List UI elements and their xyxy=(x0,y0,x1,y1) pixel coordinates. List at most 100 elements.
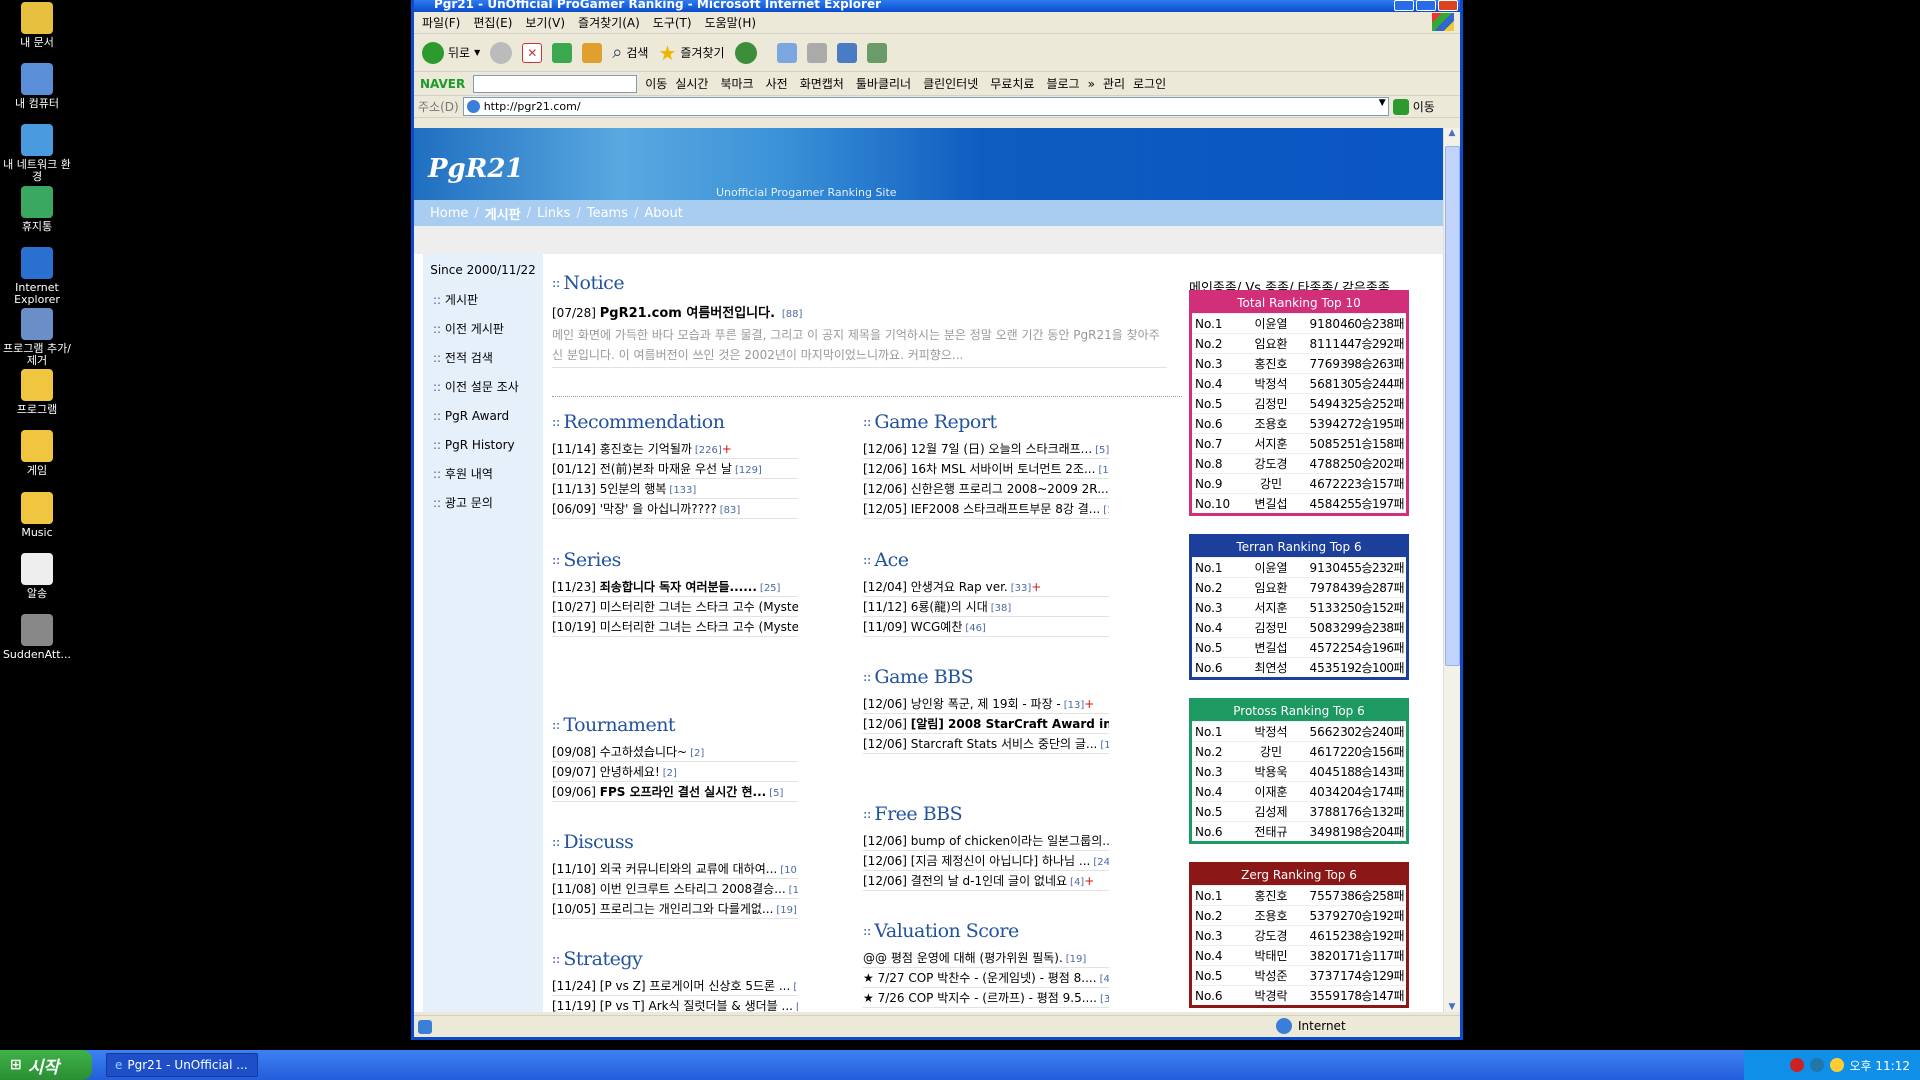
post-row[interactable]: [12/06] 16차 MSL 서바이버 토너먼트 2조...[10]+ xyxy=(863,459,1109,479)
naver-login-button[interactable]: 로그인 xyxy=(1133,75,1166,92)
naver-more-button[interactable]: » xyxy=(1088,77,1095,91)
mail-button[interactable] xyxy=(776,42,797,63)
desktop-icon[interactable]: Music xyxy=(2,491,72,539)
history-button[interactable] xyxy=(734,41,757,64)
menu-item[interactable]: 즐겨찾기(A) xyxy=(578,14,640,31)
player-name[interactable]: 조용호 xyxy=(1246,414,1296,433)
post-title[interactable]: [11/09] WCG예찬 xyxy=(863,620,962,634)
vertical-scrollbar[interactable]: ▲ ▼ xyxy=(1443,128,1460,1012)
section-title[interactable]: Game Report xyxy=(863,411,1109,433)
post-title[interactable]: [12/06] Starcraft Stats 서비스 중단의 글... xyxy=(863,737,1097,751)
address-input[interactable]: http://pgr21.com/ ▼ xyxy=(462,97,1389,116)
notice-headline-row[interactable]: [07/28] PgR21.com 여름버전입니다. [88] xyxy=(552,302,1167,321)
post-title[interactable]: ★ 7/27 COP 박찬수 - (운게임넷) - 평점 8.... xyxy=(863,971,1097,985)
post-title[interactable]: [11/19] [P vs T] Ark식 질럿더블 & 생더블 ... xyxy=(552,999,793,1012)
ranking-row[interactable]: No.9 강민 4672 223승157패 xyxy=(1192,473,1406,493)
section-title[interactable]: Game BBS xyxy=(863,666,1109,688)
post-title[interactable]: [01/12] 전(前)본좌 마재윤 우선 날 xyxy=(552,462,732,476)
leftnav-item[interactable]: 게시판 xyxy=(423,286,543,315)
post-title[interactable]: [12/05] IEF2008 스타크래프트부문 8강 결... xyxy=(863,502,1100,516)
post-row[interactable]: [11/12] 6룡(龍)의 시대 [38] xyxy=(863,597,1109,617)
section-title[interactable]: Ace xyxy=(863,549,1109,571)
naver-toolbar-item[interactable]: 무료치료 xyxy=(990,75,1034,92)
player-name[interactable]: 서지훈 xyxy=(1246,434,1296,453)
ranking-row[interactable]: No.2 강민 4617 220승156패 xyxy=(1192,741,1406,761)
ranking-row[interactable]: No.1 이윤열 9130 455승232패 xyxy=(1192,557,1406,577)
post-row[interactable]: [11/19] [P vs T] Ark식 질럿더블 & 생더블 ...[23] xyxy=(552,996,798,1012)
post-row[interactable]: [10/05] 프로리그는 개인리그와 다를게없... [19] xyxy=(552,899,798,919)
minimize-button[interactable] xyxy=(1394,0,1414,11)
post-row[interactable]: [11/13] 5인분의 행복 [133] xyxy=(552,479,798,499)
ranking-row[interactable]: No.4 박태민 3820 171승117패 xyxy=(1192,945,1406,965)
player-name[interactable]: 이재훈 xyxy=(1246,782,1296,801)
desktop-icon[interactable]: 휴지통 xyxy=(2,185,72,233)
post-title[interactable]: [11/12] 6룡(龍)의 시대 xyxy=(863,600,988,614)
post-row[interactable]: [11/08] 이번 인크루트 스타리그 2008결승...[15] xyxy=(552,879,798,899)
desktop-icon[interactable]: SuddenAtt... xyxy=(2,614,72,661)
post-title[interactable]: [12/04] 안생겨요 Rap ver. xyxy=(863,580,1008,594)
post-title-bold[interactable]: 죄송합니다 독자 여러분들...... xyxy=(600,580,757,594)
post-title[interactable]: [09/08] 수고하셨습니다~ xyxy=(552,745,687,759)
ranking-row[interactable]: No.1 홍진호 7557 386승258패 xyxy=(1192,885,1406,905)
player-name[interactable]: 박경락 xyxy=(1246,986,1296,1005)
address-go-button[interactable]: 이동 xyxy=(1413,98,1435,115)
post-row[interactable]: [12/06] 신한은행 프로리그 2008~2009 2R...[18]+ xyxy=(863,479,1109,499)
player-name[interactable]: 전태규 xyxy=(1246,822,1296,841)
player-name[interactable]: 강도경 xyxy=(1246,926,1296,945)
post-row[interactable]: [10/27] 미스터리한 그녀는 스타크 고수 (Mysterious Gir… xyxy=(552,597,798,617)
post-row[interactable]: [12/04] 안생겨요 Rap ver. [33]+ xyxy=(863,577,1109,597)
naver-go-button[interactable]: 이동 xyxy=(645,75,667,92)
player-name[interactable]: 서지훈 xyxy=(1246,598,1296,617)
desktop-icon[interactable]: 프로그램 xyxy=(2,369,72,416)
post-row[interactable]: [11/09] WCG예찬 [46] xyxy=(863,617,1109,637)
naver-toolbar-item[interactable]: 클린인터넷 xyxy=(923,75,978,92)
post-title[interactable]: [11/14] 홍진호는 기억될까 xyxy=(552,442,692,456)
taskbar-item-ie[interactable]: e Pgr21 - UnOfficial ... xyxy=(106,1053,258,1077)
post-row[interactable]: [09/07] 안녕하세요! [2] xyxy=(552,762,798,782)
section-title[interactable]: Free BBS xyxy=(863,803,1109,825)
post-title[interactable]: [10/27] 미스터리한 그녀는 스타크 고수 (Mysterious Gir… xyxy=(552,600,798,614)
post-row[interactable]: [12/05] IEF2008 스타크래프트부문 8강 결...[15]+ xyxy=(863,499,1109,519)
ranking-row[interactable]: No.2 임요환 7978 439승287패 xyxy=(1192,577,1406,597)
leftnav-item[interactable]: 이전 설문 조사 xyxy=(423,373,543,402)
post-title[interactable]: [10/19] 미스터리한 그녀는 스타크 고수 (Mysterious Gir… xyxy=(552,620,798,634)
desktop-icon[interactable]: 알송 xyxy=(2,552,72,600)
ranking-row[interactable]: No.2 조용호 5379 270승192패 xyxy=(1192,905,1406,925)
player-name[interactable]: 강민 xyxy=(1246,742,1296,761)
desktop-icon[interactable]: 내 문서 xyxy=(2,2,72,49)
section-title[interactable]: Tournament xyxy=(552,714,798,736)
post-title[interactable]: [12/06] 16차 MSL 서바이버 토너먼트 2조... xyxy=(863,462,1095,476)
start-button[interactable]: ⊞ 시작 xyxy=(0,1050,92,1080)
section-title[interactable]: Recommendation xyxy=(552,411,798,433)
player-name[interactable]: 홍진호 xyxy=(1246,354,1296,373)
player-name[interactable]: 이윤열 xyxy=(1246,314,1296,333)
player-name[interactable]: 임요환 xyxy=(1246,578,1296,597)
player-name[interactable]: 김정민 xyxy=(1246,394,1296,413)
tray-icon[interactable] xyxy=(1829,1058,1844,1072)
scroll-thumb[interactable] xyxy=(1445,146,1460,666)
player-name[interactable]: 최연성 xyxy=(1246,658,1296,677)
ranking-row[interactable]: No.7 서지훈 5085 251승158패 xyxy=(1192,433,1406,453)
nav-link[interactable]: Teams xyxy=(587,206,628,221)
menu-item[interactable]: 도움말(H) xyxy=(705,14,757,31)
nav-link[interactable]: About xyxy=(644,206,682,221)
scroll-up-icon[interactable]: ▲ xyxy=(1444,128,1460,144)
post-title[interactable]: [12/06] 신한은행 프로리그 2008~2009 2R... xyxy=(863,482,1109,496)
desktop-icon[interactable]: Internet Explorer xyxy=(2,246,72,306)
ranking-row[interactable]: No.1 박정석 5662 302승240패 xyxy=(1192,721,1406,741)
post-row[interactable]: [09/06] FPS 오프라인 결선 실시간 현... [5] xyxy=(552,782,798,802)
ranking-row[interactable]: No.10 변길섭 4584 255승197패 xyxy=(1192,493,1406,513)
ranking-row[interactable]: No.1 이윤열 9180 460승238패 xyxy=(1192,313,1406,333)
player-name[interactable]: 임요환 xyxy=(1246,334,1296,353)
post-title[interactable]: [11/08] 이번 인크루트 스타리그 2008결승... xyxy=(552,882,786,896)
post-title[interactable]: [12/06] 결전의 날 d-1인데 글이 없네요 xyxy=(863,874,1067,888)
player-name[interactable]: 변길섭 xyxy=(1246,494,1296,513)
player-name[interactable]: 김성제 xyxy=(1246,802,1296,821)
go-arrow-icon[interactable] xyxy=(1392,98,1409,115)
maximize-button[interactable] xyxy=(1416,0,1436,11)
leftnav-item[interactable]: 후원 내역 xyxy=(423,460,543,489)
post-title[interactable]: [11/24] [P vs Z] 프로게이머 신상호 5드론 ... xyxy=(552,979,790,993)
post-row[interactable]: ★ 7/26 COP 박지수 - (르까프) - 평점 9.5....[3] xyxy=(863,988,1109,1008)
ranking-row[interactable]: No.2 임요환 8111 447승292패 xyxy=(1192,333,1406,353)
ranking-row[interactable]: No.5 김성제 3788 176승132패 xyxy=(1192,801,1406,821)
